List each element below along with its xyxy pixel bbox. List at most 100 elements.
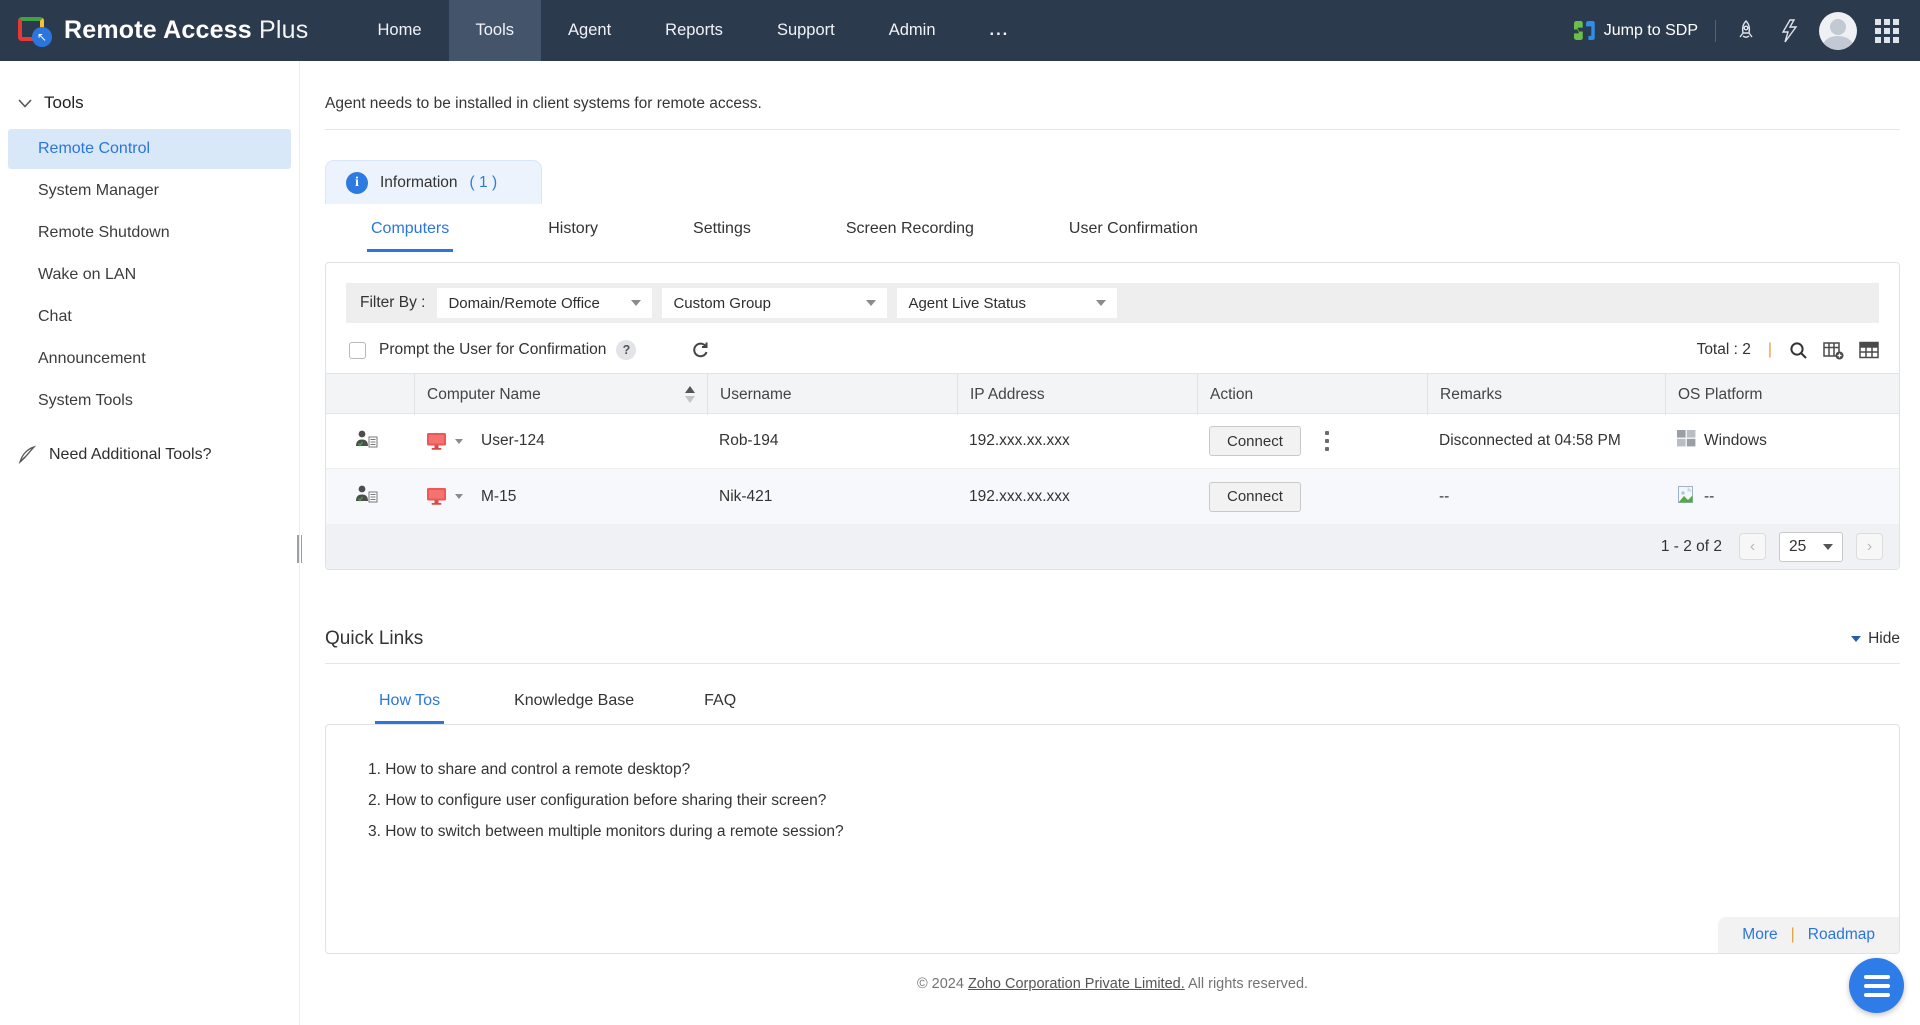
app: ↖ Remote Access Plus HomeToolsAgentRepor…	[0, 0, 1920, 1025]
how-to-link[interactable]: 2. How to configure user configuration b…	[368, 792, 1899, 810]
search-icon[interactable]	[1789, 341, 1808, 360]
sdp-icon	[1574, 21, 1595, 40]
column-header-remarks: Remarks	[1427, 374, 1665, 415]
more-link[interactable]: More	[1742, 926, 1777, 944]
nav-item-admin[interactable]: Admin	[862, 0, 963, 61]
filter-select-domain-remote-office[interactable]: Domain/Remote Office	[437, 288, 652, 318]
ql-tab-how-tos[interactable]: How Tos	[375, 692, 444, 724]
nav-item-reports[interactable]: Reports	[638, 0, 750, 61]
agent-notice: Agent needs to be installed in client sy…	[325, 61, 1900, 130]
filter-select-agent-live-status[interactable]: Agent Live Status	[897, 288, 1117, 318]
sort-asc-icon	[685, 386, 695, 393]
sidebar-item-system-manager[interactable]: System Manager	[8, 171, 291, 211]
caret-down-icon	[866, 300, 876, 306]
page-size-select[interactable]: 25	[1779, 532, 1843, 562]
nav-divider	[1715, 20, 1716, 42]
caret-down-icon	[1823, 544, 1833, 550]
action-cell: Connect	[1197, 482, 1427, 512]
column-header-username: Username	[707, 374, 957, 415]
caret-down-icon	[455, 494, 463, 499]
roadmap-link[interactable]: Roadmap	[1808, 926, 1875, 944]
sidebar-item-announcement[interactable]: Announcement	[8, 339, 291, 379]
nav-overflow-button[interactable]: ...	[963, 0, 1037, 61]
tab-screen-recording[interactable]: Screen Recording	[846, 220, 974, 252]
rocket-icon[interactable]	[1733, 18, 1759, 44]
information-label: Information	[380, 174, 458, 192]
quick-links-footer: More | Roadmap	[1718, 917, 1899, 953]
column-label: Action	[1210, 386, 1253, 404]
nav-item-agent[interactable]: Agent	[541, 0, 638, 61]
need-additional-tools-link[interactable]: Need Additional Tools?	[18, 437, 291, 472]
next-page-button[interactable]: ›	[1856, 533, 1883, 560]
top-navbar: ↖ Remote Access Plus HomeToolsAgentRepor…	[0, 0, 1920, 61]
table-view-icon[interactable]	[1859, 341, 1879, 359]
nav-item-tools[interactable]: Tools	[449, 0, 542, 61]
refresh-icon[interactable]	[691, 341, 710, 360]
sort-icon[interactable]	[685, 386, 695, 403]
windows-os-icon	[1677, 430, 1696, 452]
table-toolbar: Prompt the User for Confirmation ? Total…	[326, 323, 1899, 373]
row-menu-icon[interactable]	[1325, 431, 1330, 452]
user-avatar[interactable]	[1819, 12, 1857, 50]
table-row: M-15Nik-421192.xxx.xx.xxxConnect----	[326, 469, 1899, 524]
connect-button[interactable]: Connect	[1209, 426, 1301, 456]
sidebar-item-system-tools[interactable]: System Tools	[8, 381, 291, 421]
tab-user-confirmation[interactable]: User Confirmation	[1069, 220, 1198, 252]
remote-session-icon[interactable]	[426, 432, 463, 451]
main-tabs: Computers History Settings Screen Recording…	[325, 220, 1900, 252]
ql-tab-faq[interactable]: FAQ	[704, 692, 736, 724]
quick-links-tabs: How Tos Knowledge Base FAQ	[325, 692, 1900, 724]
ip-address-cell: 192.xxx.xx.xxx	[957, 432, 1197, 450]
brand-title: Remote Access Plus	[64, 16, 308, 45]
filter-selects: Domain/Remote Office Custom Group Agent Li…	[437, 288, 1117, 318]
tab-settings[interactable]: Settings	[693, 220, 751, 252]
username: Rob-194	[719, 432, 778, 450]
apps-grid-icon[interactable]	[1874, 18, 1900, 44]
floating-menu-button[interactable]	[1849, 958, 1904, 1013]
computers-table-body: User-124Rob-194192.xxx.xx.xxxConnectDisc…	[326, 414, 1899, 524]
page-size-value: 25	[1789, 538, 1806, 556]
ql-tab-knowledge-base[interactable]: Knowledge Base	[514, 692, 634, 724]
lightning-icon[interactable]	[1776, 18, 1802, 44]
pagination-range: 1 - 2 of 2	[1661, 538, 1722, 556]
pagination-bar: 1 - 2 of 2 ‹ 25 ›	[326, 524, 1899, 569]
avatar-body	[1823, 36, 1853, 50]
information-tab[interactable]: i Information ( 1 )	[325, 160, 542, 204]
hide-quick-links-button[interactable]: Hide	[1851, 630, 1900, 648]
help-badge[interactable]: ?	[616, 340, 636, 360]
caret-down-icon	[1851, 636, 1861, 642]
ip-address-cell: 192.xxx.xx.xxx	[957, 488, 1197, 506]
connect-button[interactable]: Connect	[1209, 482, 1301, 512]
sidebar-section-tools[interactable]: Tools	[0, 85, 299, 127]
computer-name: User-124	[481, 432, 545, 450]
add-column-icon[interactable]	[1823, 341, 1844, 360]
sidebar-item-remote-control[interactable]: Remote Control	[8, 129, 291, 169]
username-cell: Nik-421	[707, 488, 957, 506]
nav-item-home[interactable]: Home	[350, 0, 448, 61]
remote-session-icon[interactable]	[426, 487, 463, 506]
how-to-link[interactable]: 3. How to switch between multiple monito…	[368, 823, 1899, 841]
filter-select-custom-group[interactable]: Custom Group	[662, 288, 887, 318]
sidebar-item-remote-shutdown[interactable]: Remote Shutdown	[8, 213, 291, 253]
how-to-link[interactable]: 1. How to share and control a remote des…	[368, 761, 1899, 779]
tab-history[interactable]: History	[548, 220, 598, 252]
tab-computers[interactable]: Computers	[367, 220, 453, 252]
column-header-ip-address: IP Address	[957, 374, 1197, 415]
brand[interactable]: ↖ Remote Access Plus	[16, 15, 308, 47]
column-header-os-platform: OS Platform	[1665, 374, 1899, 415]
prev-page-button[interactable]: ‹	[1739, 533, 1766, 560]
sidebar-item-chat[interactable]: Chat	[8, 297, 291, 337]
filter-by-label: Filter By :	[360, 294, 425, 312]
column-label: IP Address	[970, 386, 1045, 404]
nav-item-support[interactable]: Support	[750, 0, 862, 61]
toolbar-divider: |	[1768, 341, 1772, 359]
prompt-user-checkbox[interactable]	[349, 342, 366, 359]
jump-to-sdp-button[interactable]: Jump to SDP	[1574, 21, 1698, 40]
sidebar-item-wake-on-lan[interactable]: Wake on LAN	[8, 255, 291, 295]
column-label: Remarks	[1440, 386, 1502, 404]
hide-label: Hide	[1868, 630, 1900, 648]
sidebar-items: Remote ControlSystem ManagerRemote Shutd…	[0, 129, 299, 421]
sort-desc-icon	[685, 396, 695, 403]
zoho-link[interactable]: Zoho Corporation Private Limited.	[968, 976, 1185, 992]
remarks-text: --	[1439, 488, 1449, 506]
